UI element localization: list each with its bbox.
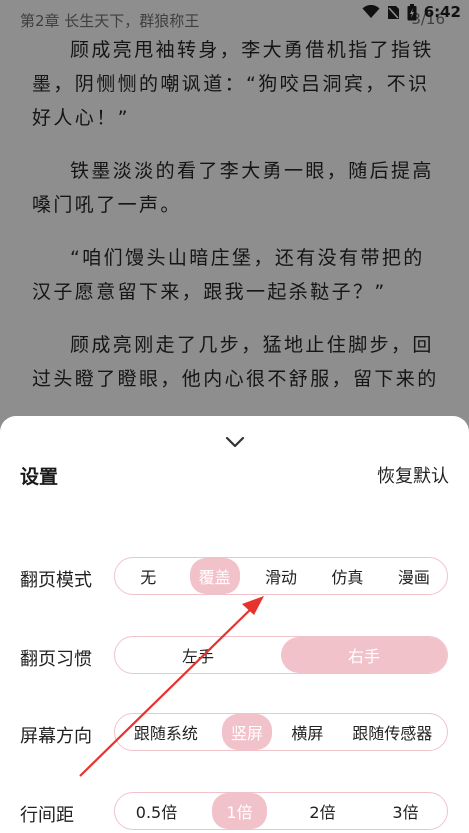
paragraph: 顾成亮甩袖转身，李大勇借机指了指铁墨，阴恻恻的嘲讽道：“狗咬吕洞宾，不识好人心！…: [32, 39, 434, 129]
orientation-option-landscape[interactable]: 横屏: [277, 714, 337, 750]
page-turn-habit-selector: 左手 右手: [114, 636, 448, 674]
page-turn-option-comic[interactable]: 漫画: [381, 558, 447, 594]
page-turn-mode-selector: 无 覆盖 滑动 仿真 漫画: [114, 557, 448, 595]
line-spacing-option-3x[interactable]: 3倍: [364, 793, 447, 829]
page-turn-option-slide[interactable]: 滑动: [248, 558, 314, 594]
orientation-option-follow-system[interactable]: 跟随系统: [115, 714, 217, 750]
line-spacing-label: 行间距: [20, 805, 74, 826]
line-spacing-option-1x[interactable]: 1倍: [198, 793, 281, 829]
paragraph: “咱们馒头山暗庄堡，还有没有带把的汉子愿意留下来，跟我一起杀鞑子？”: [32, 247, 425, 303]
page-turn-option-none[interactable]: 无: [115, 558, 181, 594]
line-spacing-option-2x[interactable]: 2倍: [281, 793, 364, 829]
collapse-sheet-button[interactable]: [219, 430, 251, 454]
paragraph: 顾成亮刚走了几步，猛地止住脚步，回过头瞪了瞪眼，他内心很不舒服，留下来的: [32, 334, 439, 390]
settings-sheet: 设置 恢复默认 翻页模式 无 覆盖 滑动 仿真 漫画 翻页习惯 左手 右手 屏幕…: [0, 416, 469, 833]
line-spacing-option-0-5x[interactable]: 0.5倍: [115, 793, 198, 829]
chapter-title: 第2章 长生天下，群狼称王: [20, 12, 200, 30]
reset-defaults-button[interactable]: 恢复默认: [377, 462, 449, 488]
battery-icon: [407, 3, 417, 21]
orientation-option-portrait[interactable]: 竖屏: [217, 714, 277, 750]
orientation-option-follow-sensor[interactable]: 跟随传感器: [338, 714, 447, 750]
system-icons: 6:42: [362, 3, 461, 21]
screen-orientation-label: 屏幕方向: [20, 726, 92, 747]
paragraph: 铁墨淡淡的看了李大勇一眼，随后提高嗓门吼了一声。: [32, 160, 434, 216]
habit-option-left-hand[interactable]: 左手: [115, 637, 281, 673]
screen-orientation-selector: 跟随系统 竖屏 横屏 跟随传感器: [114, 713, 448, 751]
no-sim-icon: [387, 5, 400, 20]
chevron-down-icon: [225, 433, 245, 452]
page-turn-mode-label: 翻页模式: [20, 570, 92, 591]
habit-option-right-hand[interactable]: 右手: [281, 637, 447, 673]
clock: 6:42: [423, 3, 461, 21]
page-turn-option-cover[interactable]: 覆盖: [181, 558, 247, 594]
settings-title: 设置: [20, 466, 59, 488]
page-turn-option-simulation[interactable]: 仿真: [314, 558, 380, 594]
reading-text: 顾成亮甩袖转身，李大勇借机指了指铁墨，阴恻恻的嘲讽道：“狗咬吕洞宾，不识好人心！…: [32, 33, 442, 415]
line-spacing-selector: 0.5倍 1倍 2倍 3倍: [114, 792, 448, 830]
wifi-icon: [362, 5, 380, 19]
page-turn-habit-label: 翻页习惯: [20, 649, 92, 670]
